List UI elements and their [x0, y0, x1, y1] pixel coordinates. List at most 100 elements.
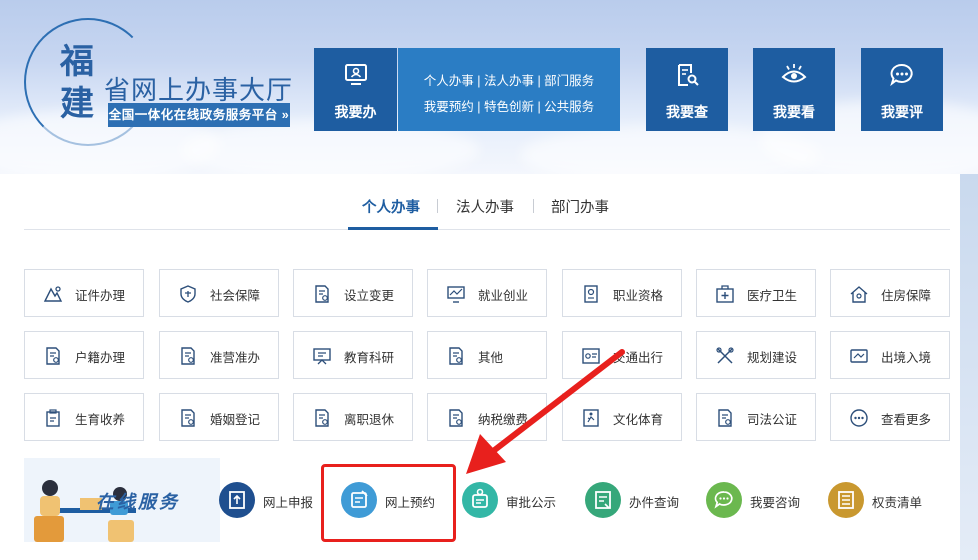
category-label: 婚姻登记: [210, 413, 261, 427]
category-label: 证件办理: [75, 289, 126, 303]
category-view-more[interactable]: 查看更多: [830, 393, 950, 441]
category-medical[interactable]: 医疗卫生: [696, 269, 816, 317]
tools-icon: [716, 347, 734, 364]
document-icon: [315, 285, 329, 303]
tab-personal[interactable]: 个人办事: [362, 196, 420, 217]
category-label: 规划建设: [747, 351, 798, 365]
nav-handle-label: 我要办: [334, 104, 377, 120]
category-planning[interactable]: 规划建设: [696, 331, 816, 379]
category-employment[interactable]: 就业创业: [427, 269, 547, 317]
document-icon: [315, 409, 329, 427]
category-label: 职业资格: [613, 289, 664, 303]
category-label: 文化体育: [613, 413, 664, 427]
tab-department[interactable]: 部门办事: [551, 196, 609, 217]
category-notary[interactable]: 司法公证: [696, 393, 816, 441]
category-id-card[interactable]: 证件办理: [24, 269, 144, 317]
nav-watch-button[interactable]: 我要看: [753, 48, 835, 131]
category-label: 就业创业: [478, 289, 529, 303]
category-label: 司法公证: [747, 413, 798, 427]
category-label: 住房保障: [881, 289, 932, 303]
category-social-security[interactable]: 社会保障: [159, 269, 279, 317]
document-icon: [718, 409, 732, 427]
id-card-icon: [43, 286, 63, 302]
document-icon: [181, 409, 195, 427]
category-business-permit[interactable]: 准营准办: [159, 331, 279, 379]
category-marriage[interactable]: 婚姻登记: [159, 393, 279, 441]
category-label: 医疗卫生: [747, 289, 798, 303]
category-label: 户籍办理: [75, 351, 126, 365]
nav-query-label: 我要查: [666, 104, 708, 120]
site-title[interactable]: 省网上办事大厅: [104, 70, 293, 107]
document-search-icon: [585, 482, 621, 518]
category-birth-adoption[interactable]: 生育收养: [24, 393, 144, 441]
medical-kit-icon: [716, 285, 734, 303]
monitor-icon: [447, 286, 465, 303]
more-icon: [850, 409, 868, 427]
service-label: 网上申报: [263, 496, 314, 510]
category-label: 出境入境: [881, 351, 932, 365]
service-label: 审批公示: [506, 496, 557, 510]
service-label: 权责清单: [872, 496, 923, 510]
chat-icon: [706, 482, 742, 518]
category-establish-change[interactable]: 设立变更: [293, 269, 413, 317]
certificate-icon: [584, 285, 598, 303]
document-icon: [449, 409, 463, 427]
category-tax[interactable]: 纳税缴费: [427, 393, 547, 441]
side-background: [960, 174, 978, 560]
category-tabs: 个人办事 法人办事 部门办事: [24, 190, 950, 230]
category-label: 交通出行: [613, 351, 664, 365]
platform-link[interactable]: 全国一体化在线政务服务平台 »: [108, 103, 290, 127]
category-culture-sports[interactable]: 文化体育: [562, 393, 682, 441]
chat-bubble-icon: [890, 63, 913, 87]
badge-icon: [462, 482, 498, 518]
nav-links-row-2[interactable]: 我要预约 | 特色创新 | 公共服务: [398, 96, 620, 115]
category-education[interactable]: 教育科研: [293, 331, 413, 379]
search-document-icon: [678, 64, 699, 86]
shield-icon: [180, 285, 196, 303]
category-label: 纳税缴费: [478, 413, 529, 427]
upload-icon: [219, 482, 255, 518]
category-label: 查看更多: [881, 413, 932, 427]
runner-icon: [583, 409, 599, 427]
category-label: 设立变更: [344, 289, 395, 303]
online-services-title: 在线服务: [96, 492, 180, 513]
traffic-icon: [582, 348, 600, 364]
category-label: 其他: [478, 351, 504, 365]
tab-corporate[interactable]: 法人办事: [456, 196, 514, 217]
category-household[interactable]: 户籍办理: [24, 331, 144, 379]
list-icon: [828, 482, 864, 518]
board-icon: [313, 348, 331, 365]
category-exit-entry[interactable]: 出境入境: [830, 331, 950, 379]
category-label: 社会保障: [210, 289, 261, 303]
category-qualification[interactable]: 职业资格: [562, 269, 682, 317]
category-other[interactable]: 其他: [427, 331, 547, 379]
document-icon: [449, 347, 463, 365]
nav-review-button[interactable]: 我要评: [861, 48, 943, 131]
eye-icon: [781, 64, 807, 83]
tab-divider: [437, 199, 438, 213]
active-tab-indicator: [348, 227, 438, 230]
document-icon: [46, 347, 60, 365]
nav-links-row-1[interactable]: 个人办事 | 法人办事 | 部门服务: [398, 70, 620, 89]
category-label: 教育科研: [344, 351, 395, 365]
nav-review-label: 我要评: [881, 104, 923, 120]
nav-links-panel: 个人办事 | 法人办事 | 部门服务 我要预约 | 特色创新 | 公共服务: [398, 48, 620, 131]
category-retirement[interactable]: 离职退休: [293, 393, 413, 441]
logo-char-jian: 建: [60, 84, 94, 124]
category-transport[interactable]: 交通出行: [562, 331, 682, 379]
category-housing[interactable]: 住房保障: [830, 269, 950, 317]
nav-watch-label: 我要看: [773, 104, 815, 120]
category-label: 生育收养: [75, 413, 126, 427]
nav-query-button[interactable]: 我要查: [646, 48, 728, 131]
document-icon: [181, 347, 195, 365]
clipboard-icon: [46, 409, 60, 427]
passport-icon: [850, 349, 868, 363]
monitor-person-icon: [344, 64, 367, 85]
service-label: 我要咨询: [750, 496, 801, 510]
tab-divider: [533, 199, 534, 213]
category-label: 准营准办: [210, 351, 261, 365]
house-icon: [850, 286, 868, 303]
nav-handle-button[interactable]: 我要办: [314, 48, 397, 131]
category-label: 离职退休: [344, 413, 395, 427]
highlight-box: [321, 464, 456, 542]
